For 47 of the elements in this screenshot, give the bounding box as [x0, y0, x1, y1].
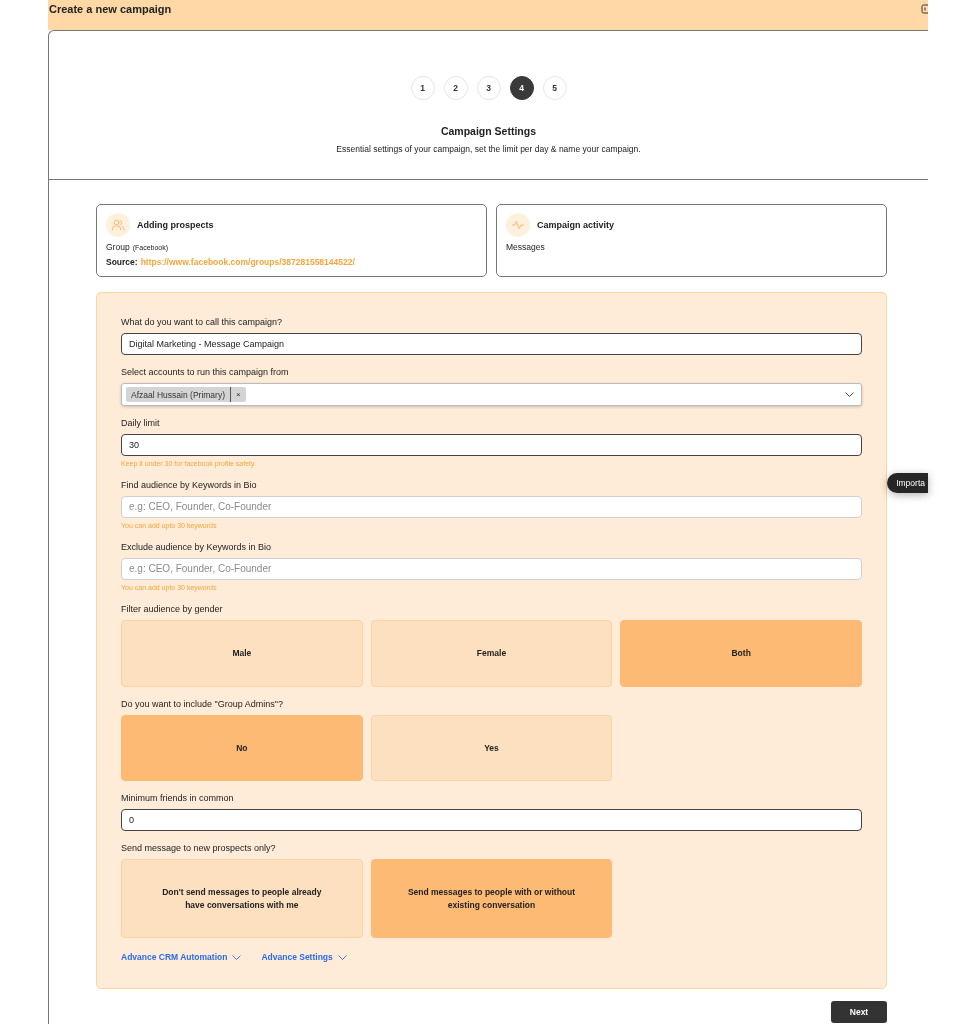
option-button[interactable]: Send messages to people with or without existing conversation — [370, 859, 613, 938]
card-title: Campaign activity — [537, 220, 615, 230]
option-button[interactable]: Female — [370, 620, 613, 687]
text-input[interactable]: e.g: CEO, Founder, Co-Founder — [121, 496, 862, 518]
text-input[interactable]: 30 — [121, 434, 862, 456]
option-button[interactable]: Male — [121, 620, 363, 687]
card-title: Adding prospects — [137, 220, 214, 230]
field-label: Minimum friends in common — [121, 792, 235, 804]
field-label: Find audience by Keywords in Bio — [121, 479, 258, 491]
step-button[interactable]: 1 — [410, 76, 435, 100]
text-input[interactable]: e.g: CEO, Founder, Co-Founder — [121, 558, 862, 580]
page-title: Create a new campaign — [49, 3, 172, 16]
pulse-icon — [506, 213, 530, 237]
square-icon[interactable] — [921, 4, 928, 14]
section-title: Campaign Settings — [440, 124, 537, 138]
expand-link[interactable]: Advance CRM Automation — [121, 951, 242, 963]
text-input[interactable]: Digital Marketing - Message Campaign — [121, 333, 862, 355]
field-label: Exclude audience by Keywords in Bio — [121, 541, 273, 553]
option-button[interactable]: Both — [620, 620, 862, 687]
next-button[interactable]: Next — [831, 1001, 887, 1023]
chevron-down-icon — [337, 954, 347, 960]
chevron-down-icon — [232, 954, 242, 960]
chevron-down-icon[interactable] — [845, 392, 854, 397]
field-label: Select accounts to run this campaign from — [121, 366, 290, 378]
step-button[interactable]: 2 — [443, 76, 468, 100]
expand-link[interactable]: Advance Settings — [261, 951, 347, 963]
field-label: Filter audience by gender — [121, 603, 224, 615]
step-button[interactable]: 4 — [509, 76, 534, 100]
section-subtitle: Essential settings of your campaign, set the limit per day & name your campaign. — [336, 144, 641, 155]
field-label: Send message to new prospects only? — [121, 842, 277, 854]
field-label: What do you want to call this campaign? — [121, 316, 284, 328]
step-button[interactable]: 3 — [476, 76, 501, 100]
account-select[interactable]: Afzaal Hussain (Primary) × — [121, 383, 862, 406]
tooltip: Importa — [887, 473, 928, 493]
field-label: Do you want to include "Group Admins"? — [121, 697, 284, 710]
remove-button[interactable]: × — [230, 387, 246, 402]
source-label: Source: — [106, 256, 138, 269]
tag-label: Afzaal Hussain (Primary) — [130, 389, 226, 400]
text-input[interactable]: 0 — [121, 809, 862, 831]
option-button[interactable]: No — [121, 714, 363, 781]
group-type: Group — [106, 241, 130, 254]
step-button[interactable]: 5 — [542, 76, 567, 100]
option-button[interactable]: Don't send messages to people already have conversations with me — [121, 859, 363, 938]
people-icon — [106, 213, 130, 237]
activity-type: Messages — [506, 241, 545, 254]
option-button[interactable]: Yes — [370, 714, 613, 781]
field-label: Daily limit — [121, 417, 161, 429]
